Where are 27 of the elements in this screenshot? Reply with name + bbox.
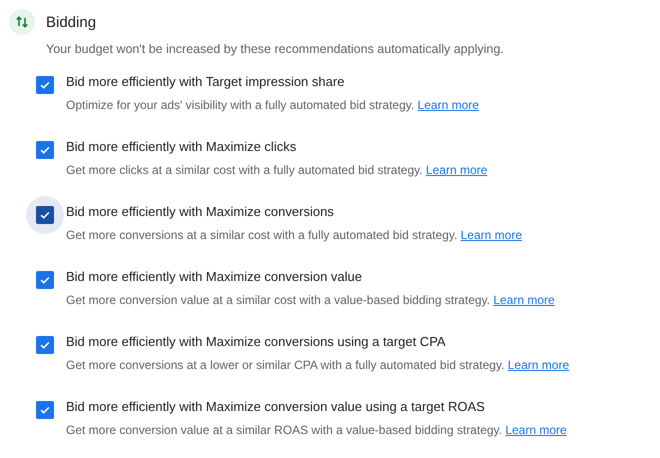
option-description: Optimize for your ads' visibility with a fully automated bid strategy. Learn more — [66, 98, 479, 112]
option-label: Bid more efficiently with Maximize clicks — [66, 139, 298, 154]
learn-more-link[interactable]: Learn more — [460, 228, 522, 242]
checkbox[interactable] — [36, 141, 54, 159]
learn-more-link[interactable]: Learn more — [505, 423, 567, 437]
option-description: Get more conversion value at a similar cost with a value-based bidding strategy. Learn more — [66, 293, 555, 307]
learn-more-link[interactable]: Learn more — [508, 358, 570, 372]
option-label: Bid more efficiently with Maximize conversion value using a target ROAS — [66, 399, 486, 414]
sort-arrows-icon — [9, 9, 35, 35]
checkbox[interactable] — [36, 401, 54, 419]
option-label: Bid more efficiently with Maximize conversion value — [66, 269, 363, 284]
section-subtitle: Your budget won't be increased by these recommendations automatically applying. — [46, 42, 505, 56]
checkbox[interactable] — [36, 336, 54, 354]
option-label: Bid more efficiently with Maximize conversions using a target CPA — [66, 334, 447, 349]
learn-more-link[interactable]: Learn more — [493, 293, 555, 307]
section-title: Bidding — [46, 14, 96, 30]
option-label: Bid more efficiently with Maximize conversions — [66, 204, 335, 219]
option-description: Get more conversions at a similar cost with a fully automated bid strategy. Learn more — [66, 228, 522, 242]
checkbox[interactable] — [36, 271, 54, 289]
option-label: Bid more efficiently with Target impression share — [66, 74, 346, 89]
checkbox[interactable] — [36, 206, 54, 224]
checkbox[interactable] — [36, 76, 54, 94]
learn-more-link[interactable]: Learn more — [426, 163, 488, 177]
option-description: Get more clicks at a similar cost with a fully automated bid strategy. Learn more — [66, 163, 488, 177]
learn-more-link[interactable]: Learn more — [418, 98, 479, 112]
option-description: Get more conversion value at a similar ROAS with a value-based bidding strategy. Learn more — [66, 423, 567, 437]
option-description: Get more conversions at a lower or similar CPA with a fully automated bid strategy. Learn more — [66, 358, 570, 372]
